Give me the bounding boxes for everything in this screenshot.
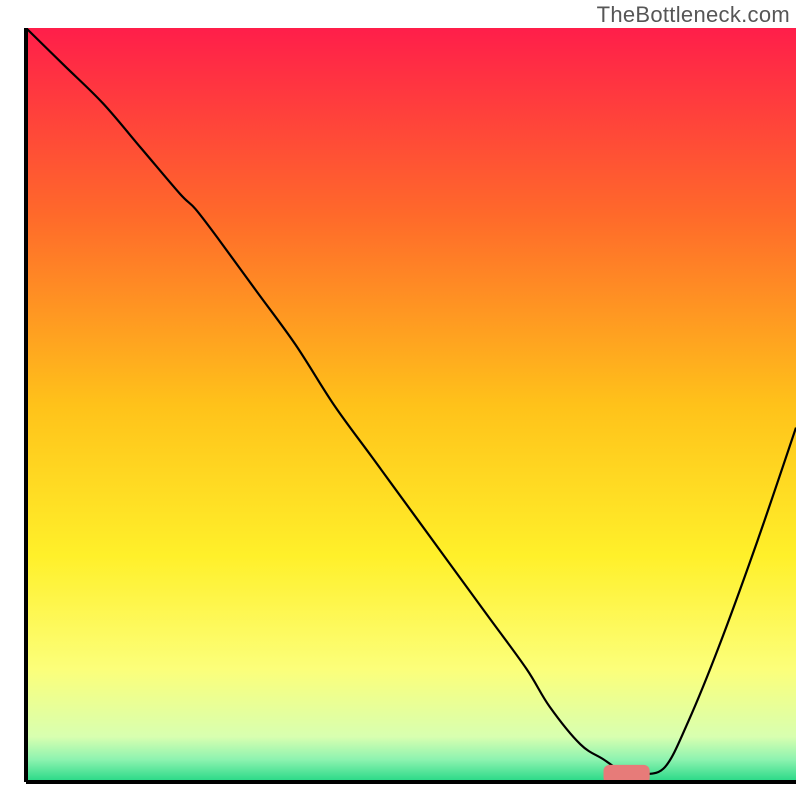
bottleneck-chart: [0, 0, 800, 800]
gradient-background: [26, 28, 796, 782]
watermark-text: TheBottleneck.com: [597, 2, 790, 28]
chart-container: TheBottleneck.com: [0, 0, 800, 800]
